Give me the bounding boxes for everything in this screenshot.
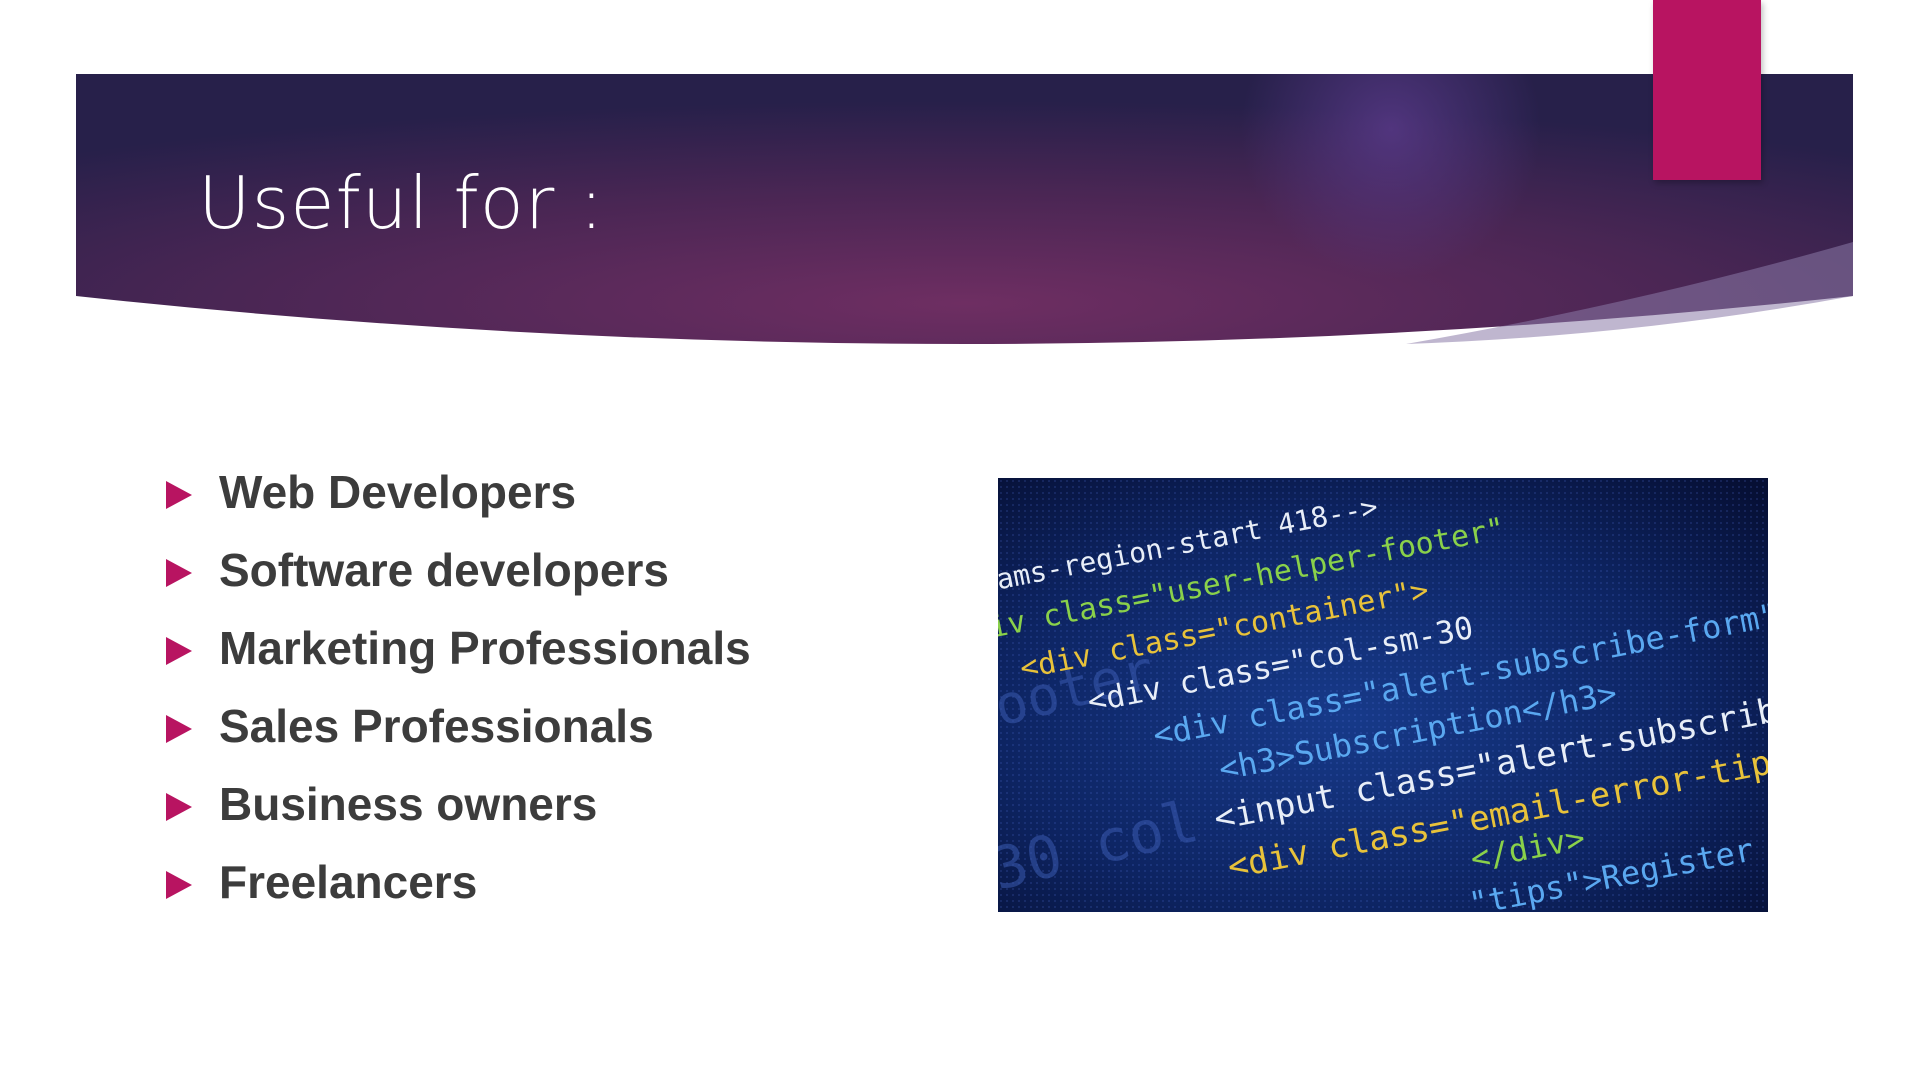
bullet-text: Business owners [219,778,598,830]
bullet-list: Web Developers Software developers Marke… [166,453,751,921]
code-screenshot-image: ooter 30 col --ams-region-start 418--> d… [998,478,1768,912]
list-item: Freelancers [166,843,751,921]
triangle-bullet-icon [166,559,192,587]
list-item: Business owners [166,765,751,843]
triangle-bullet-icon [166,637,192,665]
bullet-text: Freelancers [219,856,478,908]
list-item: Sales Professionals [166,687,751,765]
triangle-bullet-icon [166,715,192,743]
list-item: Software developers [166,531,751,609]
triangle-bullet-icon [166,793,192,821]
bullet-text: Software developers [219,544,669,596]
triangle-bullet-icon [166,481,192,509]
accent-tab [1653,0,1761,180]
bullet-text: Marketing Professionals [219,622,751,674]
list-item: Marketing Professionals [166,609,751,687]
bullet-text: Web Developers [219,466,577,518]
slide-title: Useful for : [198,161,605,245]
triangle-bullet-icon [166,871,192,899]
bullet-text: Sales Professionals [219,700,654,752]
list-item: Web Developers [166,453,751,531]
